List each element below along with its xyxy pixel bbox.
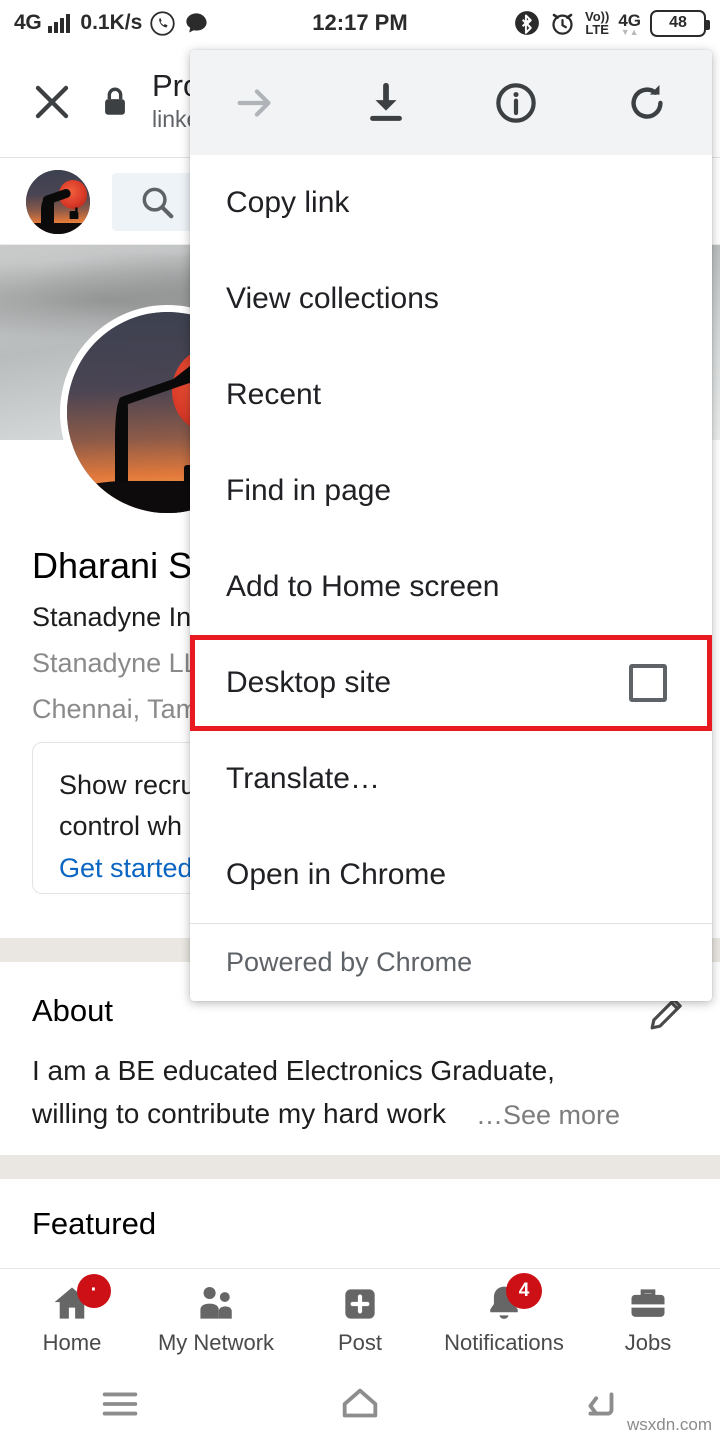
menu-item-list: Copy link View collections Recent Find i… [190, 155, 712, 923]
data-arrows-icon: ▼▲ [620, 26, 639, 37]
profile-headline: Stanadyne In [32, 602, 192, 632]
menu-item-label: Copy link [226, 186, 350, 219]
alarm-clock-icon [549, 10, 576, 37]
powered-by-label: Powered by Chrome [226, 947, 473, 977]
menu-item-label: Translate… [226, 762, 380, 795]
menu-item-open-in-chrome[interactable]: Open in Chrome [190, 827, 712, 923]
menu-item-find-in-page[interactable]: Find in page [190, 443, 712, 539]
nav-label-post: Post [337, 1329, 383, 1355]
nav-label-my-network: My Network [157, 1329, 275, 1355]
menu-item-label: Recent [226, 378, 322, 411]
signal-bars-icon [48, 13, 71, 33]
search-icon [138, 183, 176, 221]
home-icon[interactable] [240, 1381, 480, 1427]
avatar[interactable] [26, 169, 90, 234]
menu-item-add-to-home-screen[interactable]: Add to Home screen [190, 539, 712, 635]
menu-item-desktop-site[interactable]: Desktop site [190, 635, 712, 731]
battery-icon: 48 [650, 9, 710, 37]
page-info-icon[interactable] [451, 50, 582, 155]
watermark: wsxdn.com [626, 1415, 712, 1434]
bluetooth-icon [514, 10, 540, 36]
home-icon: · [50, 1273, 111, 1326]
menu-item-translate[interactable]: Translate… [190, 731, 712, 827]
nav-label-notifications: Notifications [444, 1329, 564, 1355]
plus-square-icon [338, 1282, 382, 1326]
profile-location: Chennai, Tam [32, 694, 199, 724]
menu-item-label: Open in Chrome [226, 858, 447, 891]
status-bar-left: 4G 0.1K/s [14, 10, 210, 37]
browser-overflow-menu: Copy link View collections Recent Find i… [190, 50, 712, 1001]
home-badge: · [77, 1273, 111, 1308]
menu-item-label: View collections [226, 282, 439, 315]
menu-item-recent[interactable]: Recent [190, 347, 712, 443]
see-more-link[interactable]: …See more [476, 1100, 620, 1131]
refresh-icon[interactable] [582, 50, 713, 155]
message-bubble-icon [183, 10, 210, 37]
menu-item-view-collections[interactable]: View collections [190, 251, 712, 347]
bottom-navigation-bar: · Home My Network Post 4 Notifications J… [0, 1268, 720, 1368]
profile-company: Stanadyne LL [32, 648, 199, 678]
forward-arrow-icon[interactable] [190, 50, 321, 155]
android-navigation-bar [0, 1368, 720, 1440]
nav-label-home: Home [42, 1329, 102, 1355]
about-text-line2: willing to contribute my hard work [32, 1098, 446, 1129]
network-type-right-label: 4G [618, 10, 641, 30]
nav-item-my-network[interactable]: My Network [144, 1282, 288, 1356]
briefcase-icon [626, 1282, 670, 1326]
network-type-label: 4G [14, 11, 42, 34]
nav-item-post[interactable]: Post [288, 1282, 432, 1356]
status-bar-right: Vo)) LTE 4G ▼▲ 48 [514, 9, 710, 37]
people-icon [194, 1282, 238, 1326]
menu-item-label: Find in page [226, 474, 392, 507]
close-icon[interactable] [24, 74, 80, 130]
menu-item-label: Desktop site [226, 666, 392, 699]
nav-item-home[interactable]: · Home [0, 1273, 144, 1356]
about-section-title: About [32, 993, 114, 1028]
menu-item-copy-link[interactable]: Copy link [190, 155, 712, 251]
profile-name: Dharani S [32, 545, 193, 586]
about-text-line1: I am a BE educated Electronics Graduate, [32, 1055, 555, 1086]
volte-line2: LTE [585, 22, 609, 37]
menu-toolbar [190, 50, 712, 155]
nav-label-jobs: Jobs [624, 1329, 672, 1355]
menu-icon[interactable] [0, 1381, 240, 1427]
menu-footer: Powered by Chrome [190, 923, 712, 1001]
nav-item-notifications[interactable]: 4 Notifications [432, 1272, 576, 1356]
section-divider [0, 1155, 720, 1179]
status-bar: 4G 0.1K/s 12:17 PM Vo)) LTE 4G ▼▲ 48 [0, 0, 720, 46]
download-icon[interactable] [321, 50, 452, 155]
menu-item-label: Add to Home screen [226, 570, 500, 603]
desktop-site-checkbox[interactable] [629, 664, 667, 702]
volte-indicator: Vo)) LTE [585, 10, 609, 36]
bell-icon: 4 [482, 1272, 542, 1326]
whatsapp-icon [149, 10, 176, 37]
lock-icon[interactable] [98, 83, 132, 121]
nav-item-jobs[interactable]: Jobs [576, 1282, 720, 1356]
network-indicator-right: 4G ▼▲ [618, 10, 641, 37]
battery-level-label: 48 [669, 14, 687, 31]
notifications-badge: 4 [506, 1272, 542, 1309]
data-speed-label: 0.1K/s [80, 11, 143, 34]
featured-section-title: Featured [32, 1206, 157, 1241]
